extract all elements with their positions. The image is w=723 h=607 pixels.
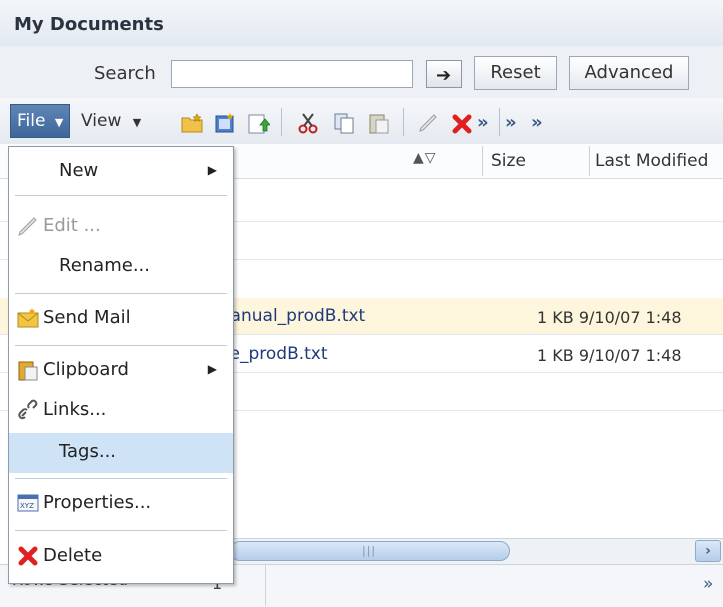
file-menu-button[interactable]: File ▼ — [10, 104, 70, 138]
scrollbar-grip-icon: ||| — [362, 544, 377, 557]
menu-divider — [15, 345, 227, 346]
toolbar-divider — [281, 108, 282, 136]
menu-item-label: Edit ... — [43, 215, 101, 236]
toolbar-divider — [403, 108, 404, 136]
menu-divider — [15, 293, 227, 294]
column-header-size[interactable]: Size — [491, 151, 526, 171]
chevron-down-icon: ▼ — [54, 116, 64, 129]
properties-icon: XYZ — [17, 494, 39, 512]
clipboard-icon — [18, 361, 38, 381]
mail-icon — [17, 308, 39, 328]
upload-icon[interactable] — [246, 111, 270, 135]
file-menu-label: File — [17, 111, 46, 131]
page-title: My Documents — [14, 14, 164, 35]
menu-item-send-mail[interactable]: Send Mail — [9, 299, 233, 339]
delete-icon — [18, 546, 38, 566]
edit-icon[interactable] — [416, 111, 440, 135]
menu-divider — [15, 195, 227, 196]
menu-item-label: Send Mail — [43, 307, 131, 328]
more-icon[interactable]: » — [477, 112, 489, 133]
menu-item-label: Links... — [43, 399, 107, 420]
view-menu-button[interactable]: View ▼ — [78, 104, 171, 138]
menu-divider — [15, 530, 227, 531]
menu-divider — [15, 478, 227, 479]
menu-item-label: Properties... — [43, 492, 152, 513]
menu-item-links[interactable]: Links... — [9, 391, 233, 431]
view-menu-label: View — [81, 111, 122, 131]
file-size-modified: 1 KB 9/10/07 1:48 — [537, 308, 682, 327]
file-name-link[interactable]: manual_prodB.txt — [214, 306, 365, 326]
menu-item-label: Clipboard — [43, 359, 129, 380]
cut-icon[interactable] — [296, 111, 320, 135]
column-divider[interactable] — [482, 146, 483, 176]
menu-item-properties[interactable]: XYZ Properties... — [9, 484, 233, 524]
new-folder-icon[interactable] — [180, 111, 204, 135]
menu-item-tags[interactable]: Tags... — [9, 433, 233, 473]
more-icon[interactable]: » — [505, 112, 517, 133]
search-label: Search — [94, 63, 156, 84]
sort-icon[interactable]: ▲▽ — [413, 150, 437, 166]
pencil-icon — [18, 217, 37, 236]
submenu-arrow-icon: ▶ — [207, 163, 217, 177]
copy-icon[interactable] — [332, 111, 356, 135]
search-input[interactable] — [171, 60, 413, 88]
menu-item-label: New — [59, 160, 99, 181]
delete-icon[interactable] — [451, 111, 475, 135]
file-menu: New ▶ Edit ... Rename... Send Mail Clipb… — [8, 146, 234, 584]
menu-item-rename[interactable]: Rename... — [9, 247, 233, 287]
status-divider — [265, 565, 266, 606]
svg-text:XYZ: XYZ — [20, 502, 34, 510]
column-divider[interactable] — [589, 146, 590, 176]
menu-item-clipboard[interactable]: Clipboard ▶ — [9, 351, 233, 391]
more-icon[interactable]: » — [703, 574, 713, 594]
advanced-button[interactable]: Advanced — [569, 56, 689, 90]
link-icon — [18, 399, 38, 420]
toolbar-divider — [499, 108, 500, 136]
column-header-last-modified[interactable]: Last Modified — [595, 151, 708, 171]
scroll-right-button[interactable]: › — [695, 540, 721, 562]
menu-item-label: Rename... — [59, 255, 150, 276]
menu-item-new[interactable]: New ▶ — [9, 152, 233, 192]
new-document-icon[interactable] — [213, 111, 237, 135]
arrow-right-icon: ➔ — [436, 65, 452, 86]
menu-item-edit[interactable]: Edit ... — [9, 207, 233, 247]
reset-button[interactable]: Reset — [474, 56, 557, 90]
search-go-button[interactable]: ➔ — [426, 60, 462, 88]
menu-item-label: Tags... — [59, 441, 117, 462]
menu-item-label: Delete — [43, 545, 103, 566]
menu-item-delete[interactable]: Delete — [9, 537, 233, 577]
submenu-arrow-icon: ▶ — [207, 362, 217, 376]
chevron-down-icon: ▼ — [132, 116, 142, 129]
more-icon[interactable]: » — [531, 112, 543, 133]
paste-icon[interactable] — [367, 111, 391, 135]
file-size-modified: 1 KB 9/10/07 1:48 — [537, 346, 682, 365]
